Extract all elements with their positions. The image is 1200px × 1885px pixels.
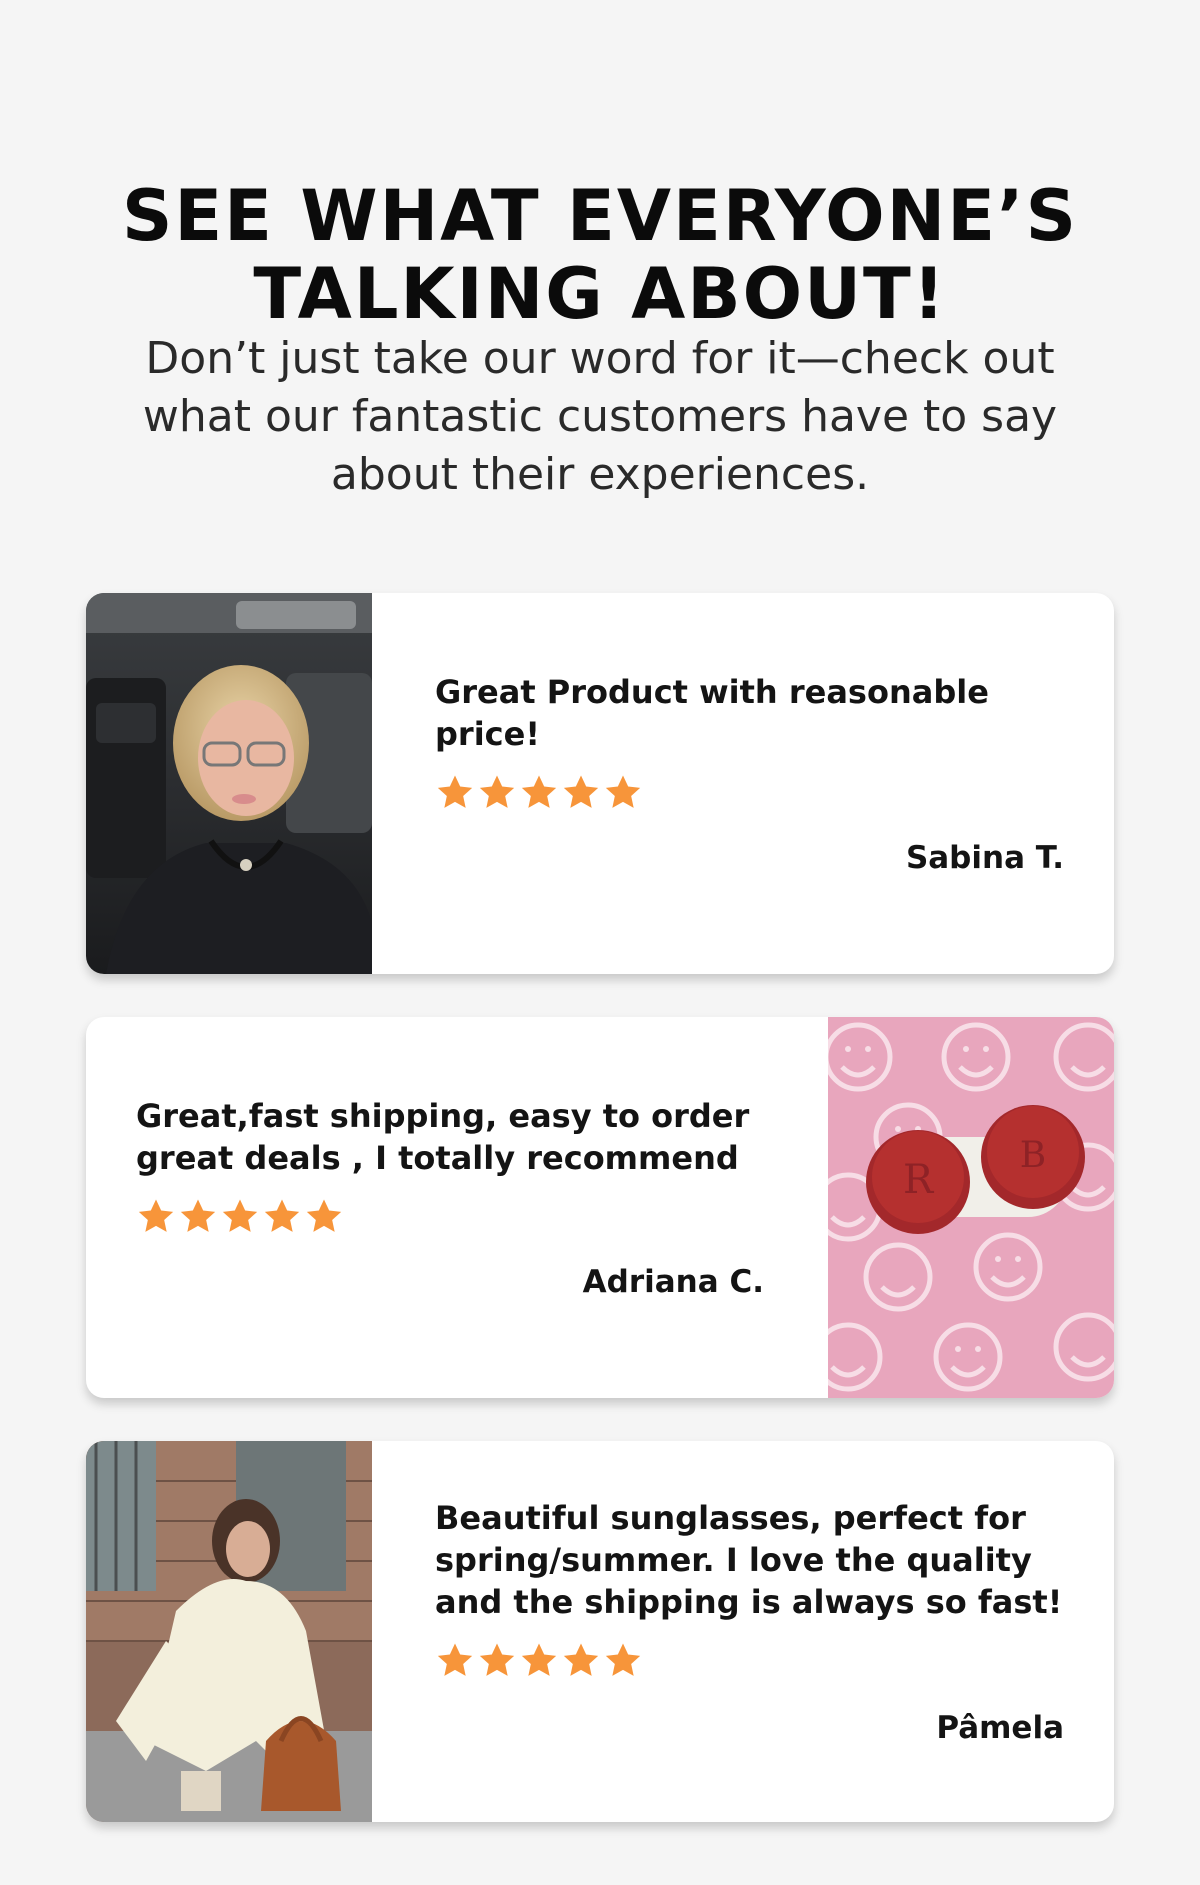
svg-text:B: B [1020, 1135, 1046, 1176]
star-icon [304, 1197, 344, 1237]
page-subtitle: Don’t just take our word for it—check ou… [60, 330, 1140, 504]
review-text-line: Great Product with reasonable [435, 673, 989, 711]
star-icon [519, 773, 559, 813]
review-text-line: and the shipping is always so fast! [435, 1583, 1063, 1621]
review-text: Great,fast shipping, easy to order great… [136, 1095, 776, 1179]
star-icon [603, 1641, 643, 1681]
review-author: Pâmela [936, 1710, 1064, 1746]
star-icon [561, 773, 601, 813]
review-card-adriana: Great,fast shipping, easy to order great… [86, 1017, 1114, 1398]
page-subtitle-line-2: what our fantastic customers have to say [142, 391, 1058, 442]
review-text-line: great deals , I totally recommend [136, 1139, 739, 1177]
star-rating [435, 1641, 643, 1681]
page-title-line-1: SEE WHAT EVERYONE’S [121, 174, 1079, 257]
star-icon [561, 1641, 601, 1681]
review-text-line: Beautiful sunglasses, perfect for [435, 1499, 1026, 1537]
review-text-line: Great,fast shipping, easy to order [136, 1097, 750, 1135]
page-title: SEE WHAT EVERYONE’S TALKING ABOUT! [0, 177, 1200, 333]
review-text-line: spring/summer. I love the quality [435, 1541, 1032, 1579]
page-subtitle-line-1: Don’t just take our word for it—check ou… [145, 333, 1055, 384]
star-icon [477, 1641, 517, 1681]
star-icon [178, 1197, 218, 1237]
review-author: Sabina T. [905, 840, 1064, 876]
review-card-sabina: Great Product with reasonable price! Sab… [86, 593, 1114, 974]
page-subtitle-line-3: about their experiences. [330, 449, 870, 500]
star-icon [477, 773, 517, 813]
customer-selfie-in-car-photo [86, 593, 372, 974]
contact-lens-case-on-smiley-pattern-photo: R B [828, 1017, 1114, 1398]
star-icon [435, 773, 475, 813]
star-rating [136, 1197, 344, 1237]
star-icon [519, 1641, 559, 1681]
review-text: Great Product with reasonable price! [435, 671, 1055, 755]
page-title-line-2: TALKING ABOUT! [253, 252, 947, 335]
star-icon [262, 1197, 302, 1237]
woman-in-cream-suit-with-bag-photo [86, 1441, 372, 1822]
review-text: Beautiful sunglasses, perfect for spring… [435, 1497, 1075, 1623]
review-text-line: price! [435, 715, 540, 753]
star-icon [603, 773, 643, 813]
review-card-pamela: Beautiful sunglasses, perfect for spring… [86, 1441, 1114, 1822]
star-icon [435, 1641, 475, 1681]
svg-text:R: R [903, 1157, 935, 1203]
star-icon [220, 1197, 260, 1237]
star-rating [435, 773, 643, 813]
review-author: Adriana C. [582, 1264, 764, 1300]
star-icon [136, 1197, 176, 1237]
